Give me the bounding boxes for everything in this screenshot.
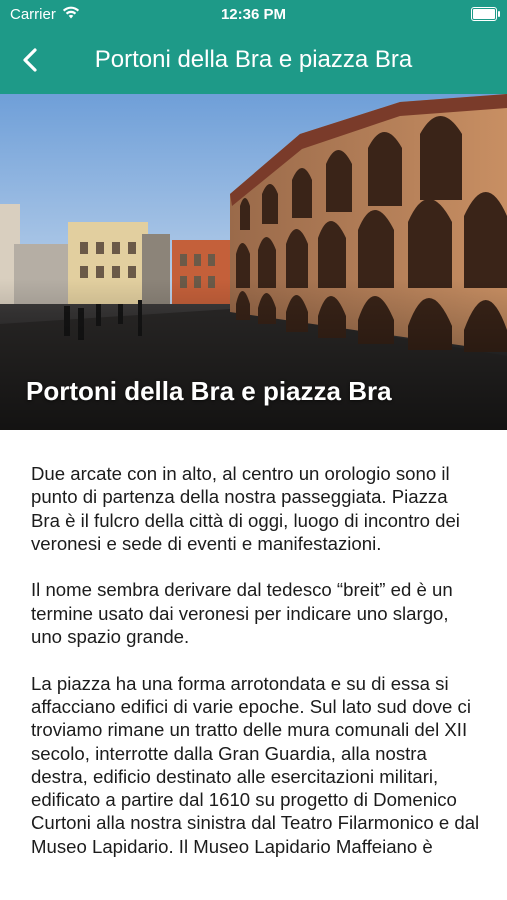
hero-title: Portoni della Bra e piazza Bra bbox=[26, 376, 392, 406]
paragraph: Il nome sembra derivare dal tedesco “bre… bbox=[31, 579, 453, 648]
app-header: Carrier 12:36 PM Portoni della Bra e pia… bbox=[0, 0, 507, 94]
page-title: Portoni della Bra e piazza Bra bbox=[94, 46, 413, 73]
navigation-bar: Portoni della Bra e piazza Bra bbox=[0, 28, 507, 94]
paragraph: Due arcate con in alto, al centro un oro… bbox=[31, 463, 460, 554]
article-body: Due arcate con in alto, al centro un oro… bbox=[31, 462, 481, 881]
back-button[interactable] bbox=[12, 42, 48, 78]
status-bar: Carrier 12:36 PM bbox=[0, 0, 507, 28]
battery-icon bbox=[471, 7, 500, 21]
status-time: 12:36 PM bbox=[220, 6, 287, 23]
hero-image: Portoni della Bra e piazza Bra bbox=[0, 94, 507, 430]
chevron-left-icon bbox=[23, 48, 37, 72]
paragraph: La piazza ha una forma arrotondata e su … bbox=[31, 672, 480, 857]
